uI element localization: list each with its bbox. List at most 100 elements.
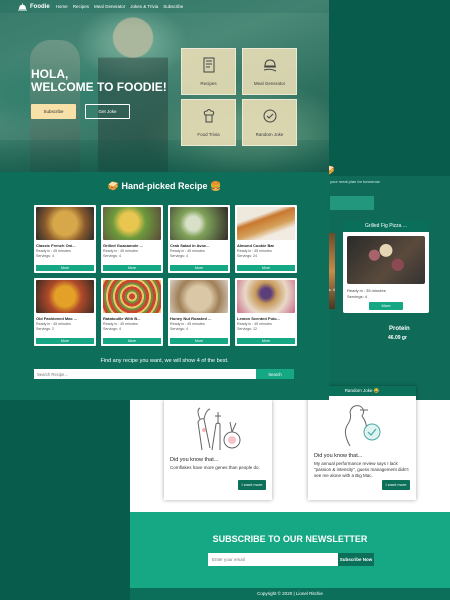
recipe-book-icon bbox=[203, 57, 214, 73]
recipe-card: Classic French Oni... Ready in : 45 minu… bbox=[34, 205, 96, 273]
feature-food-trivia[interactable]: Food Trivia bbox=[181, 99, 236, 146]
recipe-ready: Ready in : 45 minutes bbox=[36, 322, 71, 326]
recipe-card: Ratatouille With B... Ready in : 45 minu… bbox=[101, 278, 163, 346]
recipe-ready: Ready in : 45 minutes bbox=[36, 249, 71, 253]
recipe-name: Lemon Scented Pulo... bbox=[237, 316, 280, 321]
recipe-grid: Classic French Oni... Ready in : 45 minu… bbox=[34, 205, 297, 346]
recipe-image bbox=[36, 207, 94, 240]
feature-recipes[interactable]: Recipes bbox=[181, 48, 236, 95]
recipe-name: Old Fashioned Mac ... bbox=[36, 316, 78, 321]
meal-input[interactable] bbox=[330, 196, 374, 210]
recipe-more-button[interactable]: More bbox=[170, 265, 228, 271]
recipe-servings: Servings: 4 bbox=[170, 327, 188, 331]
recipe-card: Lemon Scented Pulo... Ready in : 45 minu… bbox=[235, 278, 297, 346]
recipe-ready: Ready in : 45 minutes bbox=[170, 249, 205, 253]
joke-card: Random Joke 😂 Did you know that... My an… bbox=[308, 386, 416, 500]
brand-logo[interactable]: Foodie bbox=[18, 2, 50, 11]
recipe-image bbox=[36, 280, 94, 313]
recipe-image bbox=[103, 207, 161, 240]
email-field[interactable] bbox=[208, 553, 338, 566]
feature-recipes-label: Recipes bbox=[200, 81, 217, 86]
serving-hand-icon bbox=[263, 59, 276, 72]
hero-welcome: WELCOME TO FOODIE! bbox=[31, 80, 167, 94]
subscribe-now-button[interactable]: Subscribe Now bbox=[338, 553, 374, 566]
meal-card-more-button[interactable]: More bbox=[369, 302, 403, 310]
duck-icon bbox=[344, 405, 381, 447]
meal-card-title: Grilled Fig Pizza ... bbox=[343, 221, 429, 232]
joke-more-button[interactable]: I want more bbox=[382, 480, 410, 490]
facts-section: Did you know that... Cornflakes have mor… bbox=[130, 386, 450, 512]
recipe-image bbox=[103, 280, 161, 313]
brand-name: Foodie bbox=[30, 3, 50, 10]
recipe-card: Almond Cookie Bar Ready in : 45 minutes … bbox=[235, 205, 297, 273]
check-badge-icon bbox=[263, 109, 276, 123]
home-page: Foodie Home Recipes Meal Generator Jokes… bbox=[0, 0, 329, 400]
recipe-card: Grilled Guacamole ... Ready in : 45 minu… bbox=[101, 205, 163, 273]
vegetables-icon bbox=[197, 407, 241, 451]
feature-meal-generator[interactable]: Meal Generator bbox=[242, 48, 297, 95]
recipe-name: Honey Nut Roasted ... bbox=[170, 316, 212, 321]
recipe-name: Grilled Guacamole ... bbox=[103, 243, 143, 248]
recipe-more-button[interactable]: More bbox=[170, 338, 228, 344]
nav-subscribe[interactable]: Subscribe bbox=[163, 4, 183, 9]
recipe-servings: Servings: 24 bbox=[237, 254, 257, 258]
meal-card-ready: Ready in : 35 minutes bbox=[347, 288, 386, 293]
recipes-heading: 🥪 Hand-picked Recipe 🍔 bbox=[107, 181, 222, 191]
recipe-ready: Ready in : 45 minutes bbox=[237, 322, 272, 326]
recipe-image bbox=[237, 207, 295, 240]
nav-home[interactable]: Home bbox=[56, 4, 68, 9]
recipe-name: Crab Salad in Avoc... bbox=[170, 243, 210, 248]
newsletter-title: SUBSCRIBE TO OUR NEWSLETTER bbox=[212, 534, 368, 544]
subscribe-button[interactable]: Subscribe bbox=[31, 104, 76, 119]
nav-jokes-trivia[interactable]: Jokes & Trivia bbox=[130, 4, 158, 9]
hero-section: Foodie Home Recipes Meal Generator Jokes… bbox=[0, 0, 329, 172]
recipe-more-button[interactable]: More bbox=[237, 265, 295, 271]
recipe-name: Classic French Oni... bbox=[36, 243, 76, 248]
newsletter-form: Subscribe Now bbox=[208, 553, 374, 566]
trivia-text: Cornflakes have more genes than people d… bbox=[170, 465, 260, 470]
get-joke-button[interactable]: Get Joke bbox=[85, 104, 130, 119]
recipe-image bbox=[170, 207, 228, 240]
joke-text: My annual performance review says I lack… bbox=[314, 461, 409, 478]
recipe-servings: Servings: 4 bbox=[36, 254, 54, 258]
nav-meal-generator[interactable]: Meal Generator bbox=[94, 4, 125, 9]
recipe-servings: Servings: 4 bbox=[103, 254, 121, 258]
recipe-ready: Ready in : 45 minutes bbox=[237, 249, 272, 253]
recipe-name: Almond Cookie Bar bbox=[237, 243, 275, 248]
navbar: Foodie Home Recipes Meal Generator Jokes… bbox=[0, 0, 329, 13]
recipe-servings: Servings: 12 bbox=[237, 327, 257, 331]
feature-meal-generator-label: Meal Generator bbox=[253, 81, 286, 86]
chef-icon bbox=[203, 109, 214, 123]
joke-title: Did you know that... bbox=[314, 453, 363, 459]
recipe-more-button[interactable]: More bbox=[237, 338, 295, 344]
meal-card-image bbox=[347, 236, 425, 284]
trivia-more-button[interactable]: I want more bbox=[238, 480, 266, 490]
meal-subtitle: your meal plan for tomorrow bbox=[330, 179, 380, 184]
recipe-card: Honey Nut Roasted ... Ready in : 45 minu… bbox=[168, 278, 230, 346]
feature-random-joke[interactable]: Random Joke bbox=[242, 99, 297, 146]
protein-label: Protein bbox=[389, 326, 410, 332]
recipe-more-button[interactable]: More bbox=[36, 265, 94, 271]
recipe-servings: Servings: 4 bbox=[170, 254, 188, 258]
nav-recipes[interactable]: Recipes bbox=[73, 4, 89, 9]
recipe-servings: Servings: 2 bbox=[36, 327, 54, 331]
recipe-more-button[interactable]: More bbox=[36, 338, 94, 344]
recipe-more-button[interactable]: More bbox=[103, 265, 161, 271]
recipe-image bbox=[170, 280, 228, 313]
recipe-card: Old Fashioned Mac ... Ready in : 45 minu… bbox=[34, 278, 96, 346]
search-caption: Find any recipe you want, we will show 4… bbox=[100, 358, 229, 364]
recipe-ready: Ready in : 45 minutes bbox=[103, 322, 138, 326]
feature-random-joke-label: Random Joke bbox=[255, 132, 284, 137]
feature-food-trivia-label: Food Trivia bbox=[197, 132, 220, 137]
recipe-more-button[interactable]: More bbox=[103, 338, 161, 344]
recipe-name: Ratatouille With B... bbox=[103, 316, 141, 321]
cloche-icon bbox=[18, 2, 27, 11]
recipe-ready: Ready in : 45 minutes bbox=[170, 322, 205, 326]
meal-card-servings: Servings: 4 bbox=[347, 294, 368, 299]
meal-card: Grilled Fig Pizza ... Ready in : 35 minu… bbox=[343, 221, 429, 313]
newsletter-section: SUBSCRIBE TO OUR NEWSLETTER Subscribe No… bbox=[130, 512, 450, 588]
search-input[interactable] bbox=[34, 369, 256, 379]
search-button[interactable]: Search bbox=[256, 369, 294, 379]
trivia-title: Did you know that... bbox=[170, 457, 219, 463]
recipe-card: Crab Salad in Avoc... Ready in : 45 minu… bbox=[168, 205, 230, 273]
